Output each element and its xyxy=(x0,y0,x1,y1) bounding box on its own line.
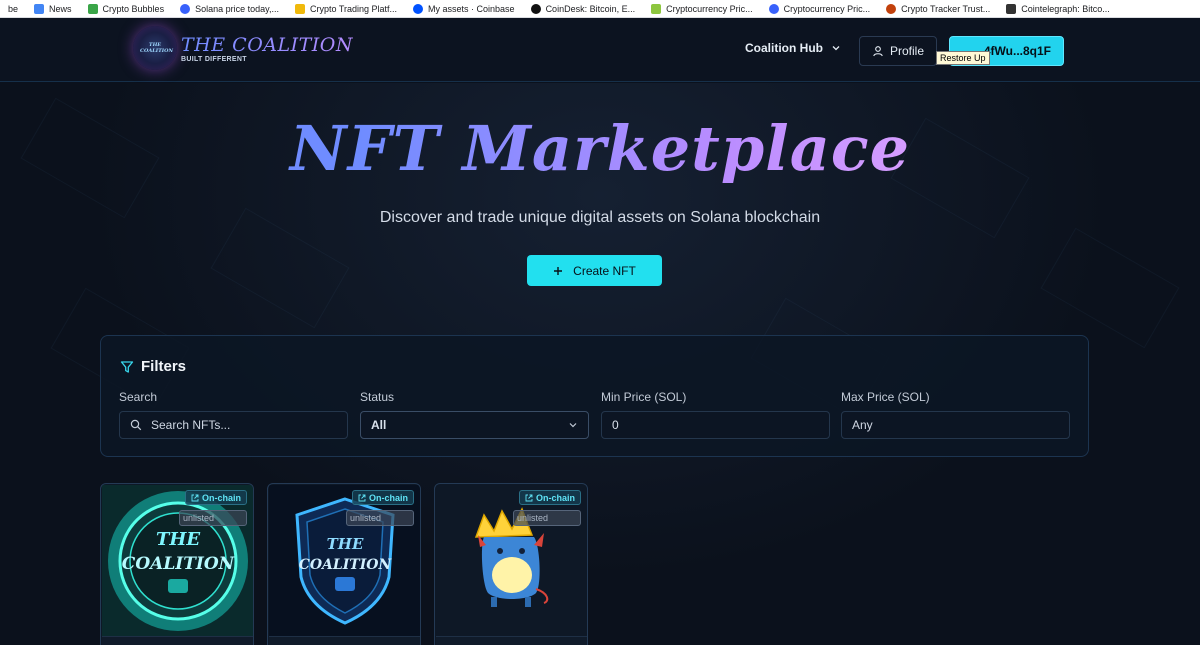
user-icon xyxy=(873,46,883,57)
art-text: COALITION xyxy=(122,554,236,574)
bookmark-label: Solana price today,... xyxy=(195,3,279,14)
status-badge: unlisted xyxy=(179,510,247,526)
on-chain-badge[interactable]: On-chain xyxy=(184,490,247,505)
profile-label: Profile xyxy=(889,44,924,58)
bookmark-solana-price[interactable]: Solana price today,... xyxy=(172,3,287,14)
bookmark-label: Cryptocurrency Pric... xyxy=(666,3,753,14)
max-price-field[interactable] xyxy=(841,411,1070,439)
bookmark-crypto-tracker[interactable]: Crypto Tracker Trust... xyxy=(878,3,998,14)
bookmark-cryptocurrency-prices-2[interactable]: Cryptocurrency Pric... xyxy=(761,3,879,14)
site-header: THE COALITION THE COALITION BUILT DIFFER… xyxy=(0,18,1200,82)
art-text: THE xyxy=(156,529,200,550)
create-nft-label: Create NFT xyxy=(573,263,636,278)
wallet-address: 4fWu...8q1F xyxy=(983,44,1051,58)
create-nft-button[interactable]: Create NFT xyxy=(527,255,662,286)
on-chain-label: On-chain xyxy=(201,492,241,503)
on-chain-badge[interactable]: On-chain xyxy=(351,490,414,505)
coindesk-icon xyxy=(530,3,541,14)
logo-badge-text: THE COALITION xyxy=(140,42,174,54)
nft-image-crowned-monster xyxy=(436,485,587,636)
bookmark-be[interactable]: be xyxy=(0,4,26,14)
bookmark-crypto-bubbles[interactable]: Crypto Bubbles xyxy=(80,3,173,14)
max-price-input[interactable] xyxy=(852,418,1059,432)
nft-card[interactable]: THE COALITION On-chain unlisted xyxy=(100,483,254,645)
filters-panel: Filters Search Status All Min Price (SOL… xyxy=(100,335,1089,457)
bookmark-label: Crypto Tracker Trust... xyxy=(901,3,991,14)
nft-image-coalition-seal: THE COALITION xyxy=(102,485,253,636)
page-title: NFT Marketplace xyxy=(0,112,1200,185)
filter-icon xyxy=(120,360,134,373)
coinmarketcap-icon xyxy=(180,3,191,14)
coinbase-icon xyxy=(413,3,424,14)
plus-icon xyxy=(554,266,563,275)
crypto-tracker-icon xyxy=(886,3,897,14)
tooltip: Restore Up xyxy=(936,51,990,65)
art-text: COALITION xyxy=(299,557,393,573)
bookmark-coindesk[interactable]: CoinDesk: Bitcoin, E... xyxy=(523,3,644,14)
bookmark-label: Cointelegraph: Bitco... xyxy=(1021,3,1110,14)
external-link-icon xyxy=(525,494,533,501)
search-input[interactable] xyxy=(151,418,337,432)
bookmark-label: Crypto Bubbles xyxy=(102,3,165,14)
search-field[interactable] xyxy=(119,411,348,439)
chevron-down-icon xyxy=(832,46,840,51)
card-footer xyxy=(102,636,253,645)
external-link-icon xyxy=(358,494,366,501)
bookmarks-bar: be News Crypto Bubbles Solana price toda… xyxy=(0,0,1200,18)
bookmark-cryptocurrency-prices-1[interactable]: Cryptocurrency Pric... xyxy=(643,3,761,14)
bookmark-label: Cryptocurrency Pric... xyxy=(783,3,871,14)
bookmark-label: Crypto Trading Platf... xyxy=(309,3,398,14)
coalition-logo-icon[interactable]: THE COALITION xyxy=(133,26,177,70)
brand-tagline: BUILT DIFFERENT xyxy=(181,56,247,63)
min-price-label: Min Price (SOL) xyxy=(601,390,687,404)
on-chain-label: On-chain xyxy=(368,492,408,503)
filters-heading: Filters xyxy=(120,358,186,375)
nft-image-coalition-shield: THE COALITION xyxy=(269,485,420,636)
bookmark-cointelegraph[interactable]: Cointelegraph: Bitco... xyxy=(998,3,1118,14)
hex-pattern xyxy=(1040,227,1180,349)
crypto-bubbles-icon xyxy=(87,3,98,14)
status-select[interactable]: All xyxy=(360,411,589,439)
max-price-label: Max Price (SOL) xyxy=(841,390,930,404)
binance-icon xyxy=(294,3,305,14)
profile-button[interactable]: Profile xyxy=(859,36,937,66)
nft-card[interactable]: THE COALITION On-chain unlisted xyxy=(267,483,421,645)
nft-card[interactable]: On-chain unlisted xyxy=(434,483,588,645)
page-subtitle: Discover and trade unique digital assets… xyxy=(379,209,821,226)
filters-title: Filters xyxy=(141,358,187,375)
chevron-down-icon xyxy=(569,423,577,428)
cointelegraph-icon xyxy=(1006,3,1017,14)
on-chain-badge[interactable]: On-chain xyxy=(518,490,581,505)
status-badge: unlisted xyxy=(513,510,581,526)
status-label: Status xyxy=(360,390,395,404)
status-value: All xyxy=(371,418,387,432)
bookmark-label: be xyxy=(8,3,19,14)
coinmarketcap-icon xyxy=(768,3,779,14)
search-icon xyxy=(130,419,142,431)
status-badge: unlisted xyxy=(346,510,414,526)
min-price-field[interactable] xyxy=(601,411,830,439)
bookmark-news[interactable]: News xyxy=(26,3,80,14)
bookmark-coinbase[interactable]: My assets · Coinbase xyxy=(405,3,523,14)
search-label: Search xyxy=(119,390,158,404)
bookmark-label: CoinDesk: Bitcoin, E... xyxy=(545,3,636,14)
brand-title[interactable]: THE COALITION xyxy=(181,34,353,56)
hub-label: Coalition Hub xyxy=(745,41,823,55)
bookmark-crypto-trading[interactable]: Crypto Trading Platf... xyxy=(287,3,405,14)
bookmark-label: My assets · Coinbase xyxy=(428,3,515,14)
art-text: THE xyxy=(327,535,364,553)
card-footer xyxy=(269,636,420,645)
news-icon xyxy=(34,3,45,14)
on-chain-label: On-chain xyxy=(535,492,575,503)
coalition-hub-menu[interactable]: Coalition Hub xyxy=(745,41,841,55)
card-footer xyxy=(436,636,587,645)
external-link-icon xyxy=(191,494,199,501)
coingecko-icon xyxy=(651,3,662,14)
bookmark-label: News xyxy=(49,3,72,14)
min-price-input[interactable] xyxy=(612,418,819,432)
